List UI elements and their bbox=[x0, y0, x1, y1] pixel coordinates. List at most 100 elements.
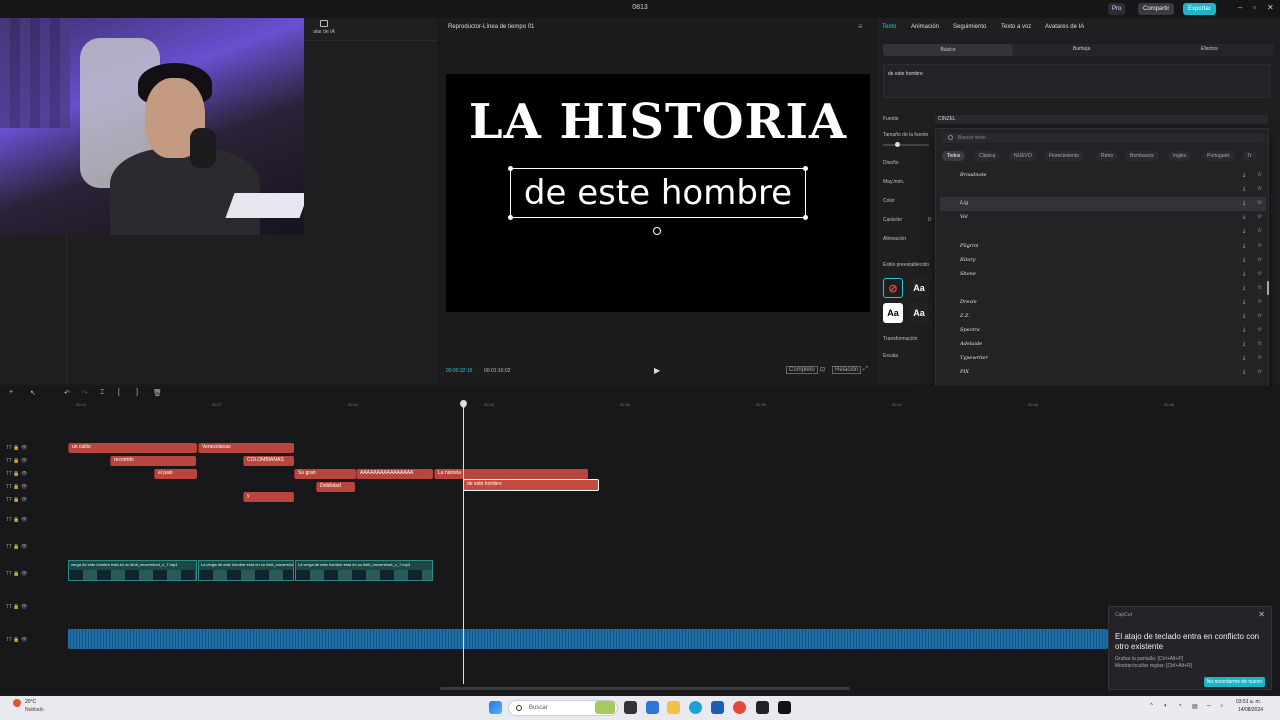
download-icon[interactable]: ⤓ bbox=[1243, 299, 1245, 305]
text-content-field[interactable]: de este hombre bbox=[883, 64, 1270, 98]
favorite-icon[interactable]: ☆ bbox=[1257, 171, 1262, 178]
favorite-icon[interactable]: ☆ bbox=[1257, 256, 1262, 263]
font-list-item[interactable]: Drexle ⤓ ☆ bbox=[940, 296, 1266, 310]
close-icon[interactable]: ✕ bbox=[1258, 610, 1265, 619]
preset-1[interactable]: Aa bbox=[909, 278, 929, 298]
slider-knob[interactable] bbox=[895, 142, 900, 147]
font-list-item[interactable]: Typewriter ⤓ ☆ bbox=[940, 352, 1266, 366]
font-list-item[interactable]: ⤓ ☆ bbox=[940, 282, 1266, 296]
download-icon[interactable]: ⤓ bbox=[1243, 214, 1245, 220]
folder-icon[interactable] bbox=[667, 701, 680, 714]
track-controls[interactable]: TT 🔒 👁 bbox=[6, 445, 27, 451]
resize-handle[interactable] bbox=[508, 215, 513, 220]
split-icon[interactable]: ⌶ bbox=[100, 389, 104, 397]
favorite-icon[interactable]: ☆ bbox=[1257, 312, 1262, 319]
scrollbar[interactable] bbox=[1267, 281, 1269, 295]
favorite-icon[interactable]: ☆ bbox=[1257, 242, 1262, 249]
tray-icon[interactable]: ◐ bbox=[1164, 703, 1168, 709]
track-controls[interactable]: TT 🔒 👁 bbox=[6, 571, 27, 577]
app-icon[interactable] bbox=[756, 701, 769, 714]
favorite-icon[interactable]: ☆ bbox=[1257, 199, 1262, 206]
tab-text[interactable]: Texto bbox=[882, 24, 896, 30]
wifi-icon[interactable]: ⌔ bbox=[1206, 703, 1212, 711]
chevron-up-icon[interactable]: ^ bbox=[1150, 703, 1153, 709]
font-list-item[interactable]: Broadnote ⤓ ☆ bbox=[940, 169, 1266, 183]
favorite-icon[interactable]: ☆ bbox=[1257, 270, 1262, 277]
windows-start-icon[interactable] bbox=[489, 701, 502, 714]
favorite-icon[interactable]: ☆ bbox=[1257, 354, 1262, 361]
font-list-item[interactable]: PIX ⤓ ☆ bbox=[940, 366, 1266, 380]
tab-animation[interactable]: Animación bbox=[911, 24, 939, 30]
playhead[interactable] bbox=[463, 400, 464, 684]
split-right-icon[interactable]: ] bbox=[136, 389, 138, 396]
text-clip[interactable]: el pais bbox=[154, 469, 197, 479]
favorite-icon[interactable]: ☆ bbox=[1257, 340, 1262, 347]
track-controls[interactable]: TT 🔒 👁 bbox=[6, 604, 27, 610]
redo-icon[interactable]: ↷ bbox=[82, 389, 88, 397]
download-icon[interactable]: ⤓ bbox=[1243, 369, 1245, 375]
subtab-basic[interactable]: Básico bbox=[883, 44, 1013, 56]
video-clip[interactable]: La verga de este hombre esta en su limit… bbox=[295, 560, 433, 581]
horizontal-scrollbar[interactable] bbox=[440, 687, 850, 690]
ia-avatar-tab[interactable]: atar de IA bbox=[304, 20, 344, 40]
widget-icon[interactable] bbox=[595, 701, 615, 714]
filter-chip[interactable]: Florecimiento bbox=[1044, 151, 1085, 161]
weather-temp[interactable]: 20°C bbox=[25, 699, 36, 705]
menu-icon[interactable]: ≡ bbox=[858, 22, 863, 31]
resize-handle[interactable] bbox=[508, 166, 513, 171]
tab-tracking[interactable]: Seguimiento bbox=[953, 24, 986, 30]
select-tool-icon[interactable]: ↖ bbox=[30, 389, 36, 397]
subtitle-text[interactable]: de este hombre bbox=[511, 173, 805, 213]
task-view-icon[interactable] bbox=[624, 701, 637, 714]
share-button[interactable]: Compartir bbox=[1138, 3, 1175, 15]
pro-badge[interactable]: Pro bbox=[1108, 3, 1126, 15]
edge-icon[interactable] bbox=[689, 701, 702, 714]
video-clip[interactable]: La verga de este hombre esta en su limit… bbox=[198, 560, 294, 581]
font-list-item[interactable]: Pilgrim ⤓ ☆ bbox=[940, 240, 1266, 254]
time-ruler[interactable]: 00:24 00:27 00:30 00:33 00:36 00:39 00:42 00:45… bbox=[66, 402, 1280, 410]
rotate-handle-icon[interactable] bbox=[653, 227, 661, 235]
filter-chip[interactable]: Clásica bbox=[974, 151, 1001, 161]
weather-icon[interactable] bbox=[13, 699, 21, 707]
download-icon[interactable]: ⤓ bbox=[1243, 243, 1245, 249]
text-clip[interactable]: Su gran bbox=[294, 469, 356, 479]
play-icon[interactable]: ▶ bbox=[654, 366, 660, 375]
clock-time[interactable]: 03:51 a. m. bbox=[1236, 699, 1261, 705]
network-icon[interactable]: ◔ bbox=[1178, 703, 1182, 709]
text-clip[interactable]: AAAAAAAAAAAAAAAA bbox=[356, 469, 433, 479]
text-clip[interactable]: Venezolanas bbox=[198, 443, 294, 453]
close-icon[interactable]: ✕ bbox=[1267, 3, 1274, 12]
calculator-icon[interactable] bbox=[711, 701, 724, 714]
font-list-item[interactable]: ⤓ ☆ bbox=[940, 183, 1266, 197]
download-icon[interactable]: ⤓ bbox=[1243, 257, 1245, 263]
text-clip[interactable]: y bbox=[243, 492, 294, 502]
dont-remind-button[interactable]: No recordarme de nuevo bbox=[1203, 677, 1265, 687]
video-clip[interactable]: verga de este hombre esta en su limit_mu… bbox=[68, 560, 197, 581]
track-controls[interactable]: TT 🔒 👁 bbox=[6, 517, 27, 523]
text-clip[interactable]: recorrido bbox=[110, 456, 196, 466]
text-clip[interactable]: COLOMBIANAS bbox=[243, 456, 294, 466]
font-list-item[interactable]: L/g ⤓ ☆ bbox=[940, 197, 1266, 212]
capcut-icon[interactable] bbox=[778, 701, 791, 714]
selected-text-box[interactable]: de este hombre bbox=[508, 166, 808, 220]
split-left-icon[interactable]: [ bbox=[118, 389, 120, 396]
no-preset-icon[interactable]: ⊘ bbox=[883, 278, 903, 298]
add-icon[interactable]: + bbox=[9, 389, 13, 396]
font-list-item[interactable]: Adelaide ⤓ ☆ bbox=[940, 338, 1266, 352]
download-icon[interactable]: ⤓ bbox=[1243, 341, 1245, 347]
headline-text[interactable]: LA HISTORIA bbox=[456, 94, 860, 150]
download-icon[interactable]: ⤓ bbox=[1243, 271, 1245, 277]
clock-date[interactable]: 14/08/2024 bbox=[1238, 707, 1263, 713]
tab-ai-avatars[interactable]: Avatares de IA bbox=[1045, 24, 1084, 30]
favorite-icon[interactable]: ☆ bbox=[1257, 326, 1262, 333]
filter-chip[interactable]: Retro bbox=[1096, 151, 1119, 161]
download-icon[interactable]: ⤓ bbox=[1243, 200, 1245, 206]
track-controls[interactable]: TT 🔒 👁 bbox=[6, 484, 27, 490]
audio-waveform[interactable] bbox=[68, 629, 1108, 649]
subtab-bubble[interactable]: Burbuja bbox=[1073, 46, 1090, 52]
track-controls[interactable]: TT 🔒 👁 bbox=[6, 544, 27, 550]
font-list-item[interactable]: Sbone ⤓ ☆ bbox=[940, 268, 1266, 282]
font-list-item[interactable]: Spectra ⤓ ☆ bbox=[940, 324, 1266, 338]
crop-icon[interactable]: ⊡ bbox=[818, 366, 827, 373]
font-search-input[interactable]: Buscar texto bbox=[942, 133, 1264, 143]
